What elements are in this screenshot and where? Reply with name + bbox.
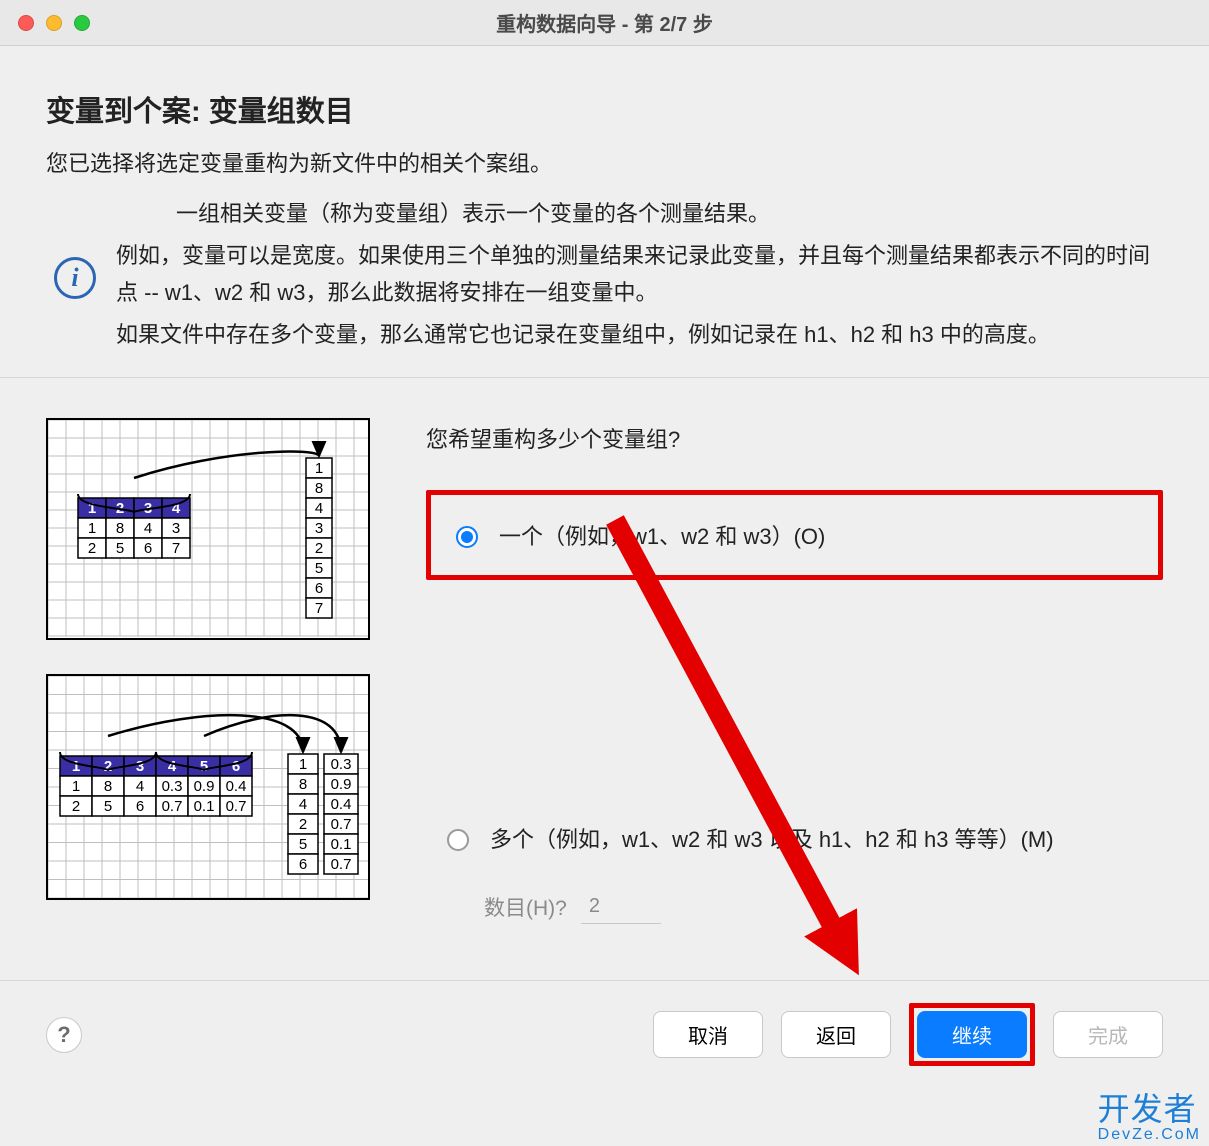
svg-text:1: 1 xyxy=(88,520,96,537)
svg-text:0.9: 0.9 xyxy=(331,776,352,793)
svg-text:7: 7 xyxy=(172,540,180,557)
radio-multi-group[interactable]: 多个（例如，w1、w2 和 w3 以及 h1、h2 和 h3 等等）(M) xyxy=(426,812,1163,864)
svg-text:6: 6 xyxy=(232,758,240,775)
illustration-one-group: 12341843256718432567 xyxy=(46,418,370,640)
svg-text:1: 1 xyxy=(72,778,80,795)
svg-text:6: 6 xyxy=(144,540,152,557)
svg-text:4: 4 xyxy=(315,500,323,517)
svg-text:2: 2 xyxy=(315,540,323,557)
svg-text:4: 4 xyxy=(144,520,152,537)
svg-text:0.4: 0.4 xyxy=(226,778,247,795)
svg-text:5: 5 xyxy=(116,540,124,557)
cancel-button[interactable]: 取消 xyxy=(653,1011,763,1058)
continue-highlight: 继续 xyxy=(909,1003,1035,1066)
svg-text:5: 5 xyxy=(200,758,208,775)
svg-text:0.7: 0.7 xyxy=(331,816,352,833)
svg-text:5: 5 xyxy=(315,560,323,577)
svg-text:0.3: 0.3 xyxy=(162,778,183,795)
svg-text:5: 5 xyxy=(104,798,112,815)
svg-text:2: 2 xyxy=(88,540,96,557)
svg-text:8: 8 xyxy=(116,520,124,537)
svg-text:4: 4 xyxy=(136,778,144,795)
svg-text:0.7: 0.7 xyxy=(226,798,247,815)
svg-text:0.4: 0.4 xyxy=(331,796,352,813)
titlebar: 重构数据向导 - 第 2/7 步 xyxy=(0,0,1209,46)
svg-text:2: 2 xyxy=(104,758,112,775)
continue-button[interactable]: 继续 xyxy=(917,1011,1027,1058)
svg-text:8: 8 xyxy=(299,776,307,793)
intro-text: 您已选择将选定变量重构为新文件中的相关个案组。 xyxy=(46,146,1163,178)
svg-text:1: 1 xyxy=(299,756,307,773)
radio-one-label: 一个（例如，w1、w2 和 w3）(O) xyxy=(499,519,825,551)
svg-text:1: 1 xyxy=(72,758,80,775)
radio-multi-label: 多个（例如，w1、w2 和 w3 以及 h1、h2 和 h3 等等）(M) xyxy=(490,822,1054,854)
svg-text:4: 4 xyxy=(168,758,177,775)
svg-text:3: 3 xyxy=(172,520,180,537)
svg-text:2: 2 xyxy=(299,816,307,833)
explain-p1: 一组相关变量（称为变量组）表示一个变量的各个测量结果。 xyxy=(176,196,1163,232)
svg-text:0.1: 0.1 xyxy=(194,798,215,815)
info-icon: i xyxy=(54,257,96,299)
svg-text:2: 2 xyxy=(72,798,80,815)
svg-text:0.3: 0.3 xyxy=(331,756,352,773)
svg-text:7: 7 xyxy=(315,600,323,617)
window-title: 重构数据向导 - 第 2/7 步 xyxy=(0,8,1209,37)
svg-text:0.1: 0.1 xyxy=(331,836,352,853)
watermark: 开发者 DevZe.CoM xyxy=(1098,1084,1201,1144)
svg-text:0.7: 0.7 xyxy=(331,856,352,873)
svg-text:3: 3 xyxy=(315,520,323,537)
finish-button: 完成 xyxy=(1053,1011,1163,1058)
svg-text:6: 6 xyxy=(299,856,307,873)
svg-text:0.9: 0.9 xyxy=(194,778,215,795)
svg-text:3: 3 xyxy=(136,758,144,775)
svg-text:8: 8 xyxy=(315,480,323,497)
help-button[interactable]: ? xyxy=(46,1017,82,1053)
svg-text:8: 8 xyxy=(104,778,112,795)
svg-text:5: 5 xyxy=(299,836,307,853)
illustration-multi-group: 1 2 3 4 5 6 1 8 4 0.3 0.9 0.4 2 5 6 0.7 0.1 0.7 1 8 4 2 5 6 0.3 0… xyxy=(46,674,370,900)
multi-count-input[interactable] xyxy=(581,890,661,924)
svg-text:1: 1 xyxy=(315,460,323,477)
radio-one-group[interactable]: 一个（例如，w1、w2 和 w3）(O) xyxy=(426,490,1163,580)
explain-p2: 例如，变量可以是宽度。如果使用三个单独的测量结果来记录此变量，并且每个测量结果都… xyxy=(116,238,1163,311)
svg-text:0.7: 0.7 xyxy=(162,798,183,815)
explain-p3: 如果文件中存在多个变量，那么通常它也记录在变量组中，例如记录在 h1、h2 和 … xyxy=(116,317,1163,353)
svg-text:6: 6 xyxy=(315,580,323,597)
radio-one-input[interactable] xyxy=(456,526,478,548)
prompt-text: 您希望重构多少个变量组? xyxy=(426,422,1163,454)
svg-text:4: 4 xyxy=(299,796,307,813)
back-button[interactable]: 返回 xyxy=(781,1011,891,1058)
radio-multi-input[interactable] xyxy=(447,829,469,851)
svg-text:6: 6 xyxy=(136,798,144,815)
page-title: 变量到个案: 变量组数目 xyxy=(46,88,1163,130)
multi-count-label: 数目(H)? xyxy=(484,892,567,922)
